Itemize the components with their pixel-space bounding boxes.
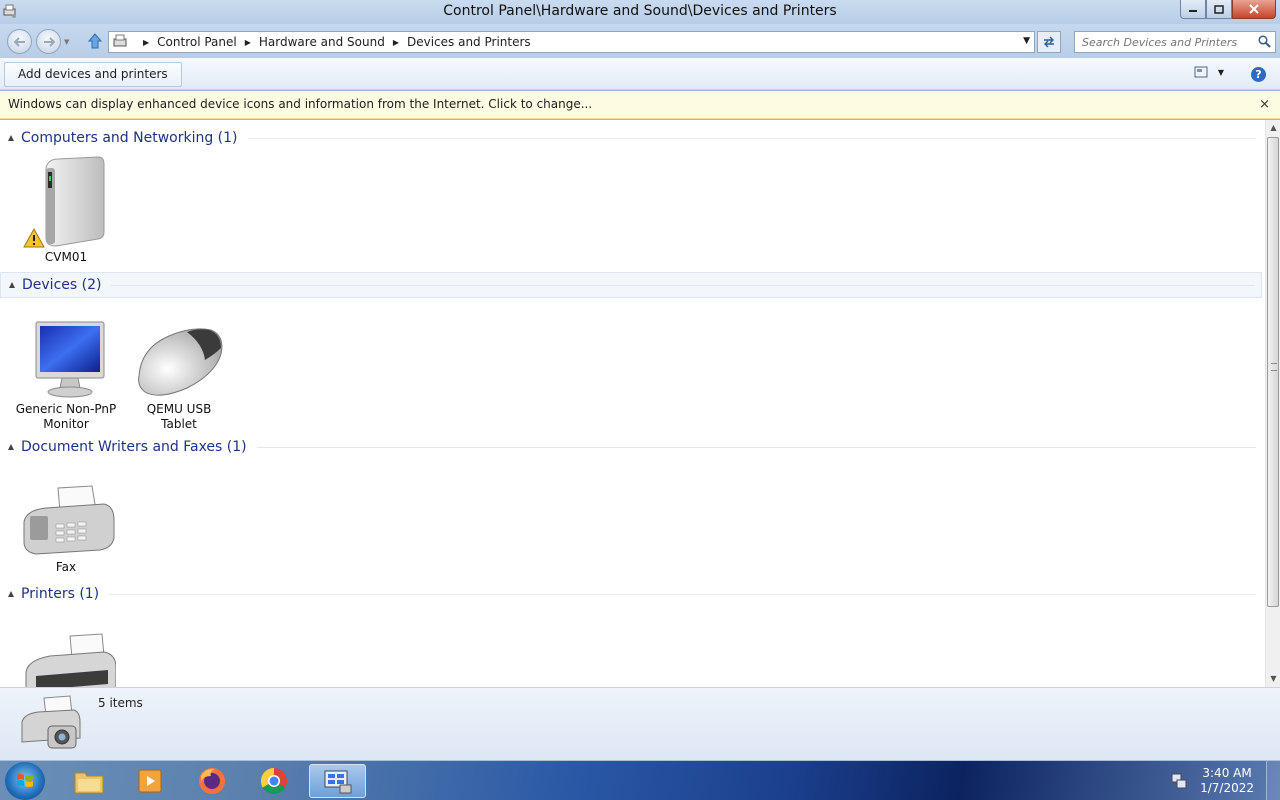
taskbar: 3:40 AM 1/7/2022: [0, 760, 1280, 800]
search-icon[interactable]: [1258, 35, 1271, 48]
network-icon[interactable]: [1170, 772, 1188, 790]
back-button[interactable]: [7, 29, 32, 54]
breadcrumb-devices-and-printers[interactable]: Devices and Printers: [407, 35, 531, 49]
window-title: Control Panel\Hardware and Sound\Devices…: [443, 3, 837, 19]
clock-date: 1/7/2022: [1200, 781, 1254, 795]
group-header-computers[interactable]: Computers and Networking (1): [0, 125, 1262, 151]
monitor-icon: [35, 321, 105, 398]
taskbar-chrome[interactable]: [248, 764, 300, 798]
close-button[interactable]: [1232, 0, 1276, 19]
chevron-down-icon[interactable]: ▼: [1218, 68, 1224, 77]
refresh-button[interactable]: [1037, 31, 1061, 53]
group-divider: [247, 137, 1256, 139]
recent-pages-dropdown[interactable]: ▼: [64, 38, 69, 46]
group-header-printers[interactable]: Printers (1): [0, 581, 1262, 607]
scroll-grip: [1271, 363, 1277, 371]
devices-and-printers-icon: [324, 770, 351, 794]
info-bar[interactable]: Windows can display enhanced device icon…: [0, 91, 1280, 119]
group-divider: [111, 284, 1255, 286]
info-bar-text[interactable]: Windows can display enhanced device icon…: [8, 97, 592, 111]
chrome-icon: [260, 767, 287, 795]
clock[interactable]: 3:40 AM 1/7/2022: [1200, 766, 1254, 796]
collapse-triangle-icon[interactable]: [8, 135, 14, 141]
add-devices-button[interactable]: Add devices and printers: [4, 62, 182, 87]
control-panel-icon: [113, 34, 127, 47]
details-pane: 5 items: [0, 687, 1280, 760]
change-view-button[interactable]: ▼: [1194, 66, 1224, 78]
maximize-button[interactable]: [1206, 0, 1232, 19]
address-bar[interactable]: ▶ Control Panel ▶ Hardware and Sound ▶ D…: [108, 31, 1035, 53]
media-player-icon: [138, 769, 162, 793]
close-icon: [1249, 4, 1259, 14]
warning-icon: [23, 228, 45, 248]
group-title: Printers (1): [21, 586, 100, 602]
command-bar: Add devices and printers ▼ ?: [0, 58, 1280, 90]
windows-logo-icon: [17, 774, 33, 787]
scroll-up-icon[interactable]: ▲: [1266, 120, 1280, 136]
clock-time: 3:40 AM: [1202, 766, 1252, 780]
file-explorer-icon: [74, 772, 104, 794]
device-label-line1: Generic Non-PnP: [15, 402, 117, 416]
device-item[interactable]: Generic Non-PnP Monitor: [11, 318, 121, 432]
collapse-triangle-icon[interactable]: [9, 282, 15, 288]
device-label: Fax: [55, 560, 77, 574]
address-dropdown-icon[interactable]: ▼: [1023, 36, 1030, 46]
taskbar-file-explorer[interactable]: [63, 764, 115, 798]
device-label-line2: Tablet: [161, 417, 197, 431]
minimize-button[interactable]: [1180, 0, 1206, 19]
restore-icon: [1214, 4, 1224, 14]
group-header-devices[interactable]: Devices (2): [0, 272, 1262, 298]
view-icon: [1194, 66, 1208, 78]
device-item[interactable]: [11, 632, 121, 687]
device-item[interactable]: CVM01: [11, 154, 121, 265]
breadcrumb-separator-icon[interactable]: ▶: [393, 38, 399, 47]
group-title: Devices (2): [22, 277, 102, 293]
group-divider: [256, 446, 1256, 448]
navigation-bar: ▼ ▶ Control Panel ▶ Hardware and Sound ▶…: [0, 24, 1280, 58]
device-item[interactable]: QEMU USB Tablet: [124, 318, 234, 432]
refresh-icon: [1044, 36, 1054, 48]
up-arrow-icon[interactable]: [88, 33, 102, 49]
breadcrumb-separator-icon[interactable]: ▶: [143, 38, 149, 47]
breadcrumb-control-panel[interactable]: Control Panel: [157, 35, 237, 49]
breadcrumb-separator-icon[interactable]: ▶: [245, 38, 251, 47]
printer-icon: [25, 633, 117, 687]
group-title: Document Writers and Faxes (1): [21, 439, 247, 455]
devices-list: Computers and Networking (1) CVM01 Devic…: [0, 120, 1265, 687]
back-arrow-icon: [13, 36, 25, 47]
fax-icon: [23, 485, 115, 555]
help-icon[interactable]: ?: [1251, 67, 1266, 82]
group-title: Computers and Networking (1): [21, 130, 238, 146]
device-label-line2: Monitor: [43, 417, 89, 431]
scroll-down-icon[interactable]: ▼: [1266, 671, 1280, 687]
device-item[interactable]: Fax: [11, 480, 121, 575]
scroll-thumb[interactable]: [1267, 137, 1279, 607]
collapse-triangle-icon[interactable]: [8, 591, 14, 597]
group-divider: [109, 593, 1256, 595]
title-bar: Control Panel\Hardware and Sound\Devices…: [0, 0, 1280, 24]
device-label: CVM01: [44, 250, 88, 264]
start-button[interactable]: [5, 762, 45, 800]
forward-arrow-icon: [43, 36, 55, 47]
breadcrumb: ▶ Control Panel ▶ Hardware and Sound ▶ D…: [135, 35, 531, 49]
devices-and-printers-large-icon: [21, 695, 81, 749]
minimize-icon: [1189, 10, 1197, 12]
search-box[interactable]: [1074, 31, 1276, 53]
device-label-line1: QEMU USB: [146, 402, 212, 416]
breadcrumb-hardware-and-sound[interactable]: Hardware and Sound: [259, 35, 385, 49]
firefox-icon: [199, 768, 225, 794]
taskbar-media-player[interactable]: [124, 764, 176, 798]
mouse-icon: [138, 328, 223, 396]
group-header-document-writers[interactable]: Document Writers and Faxes (1): [0, 434, 1262, 460]
item-count: 5 items: [98, 696, 143, 710]
taskbar-devices-and-printers[interactable]: [309, 764, 366, 798]
collapse-triangle-icon[interactable]: [8, 444, 14, 450]
info-bar-close-icon[interactable]: ×: [1259, 91, 1270, 118]
vertical-scrollbar[interactable]: ▲ ▼: [1265, 120, 1280, 687]
forward-button[interactable]: [36, 29, 61, 54]
show-desktop-button[interactable]: [1266, 761, 1280, 800]
taskbar-firefox[interactable]: [186, 764, 238, 798]
search-input[interactable]: [1082, 33, 1252, 51]
